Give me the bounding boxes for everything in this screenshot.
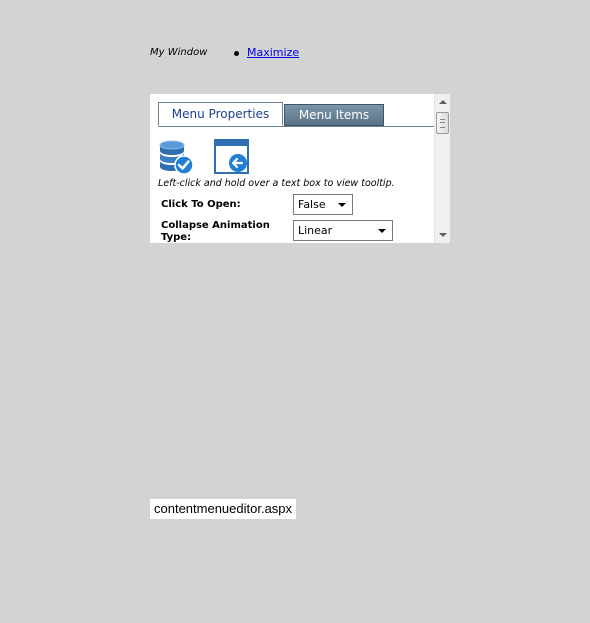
tab-strip: Menu Properties Menu Items xyxy=(158,102,434,127)
database-check-icon[interactable] xyxy=(158,139,194,175)
vertical-scrollbar[interactable] xyxy=(434,94,450,243)
click-to-open-value: False xyxy=(298,198,326,211)
scrollbar-thumb[interactable] xyxy=(436,112,449,134)
collapse-animation-value: Linear xyxy=(298,224,333,237)
menu-editor-panel: Menu Properties Menu Items Left-click an… xyxy=(150,94,450,243)
window-title: My Window xyxy=(150,47,208,58)
click-to-open-select[interactable]: False xyxy=(293,194,353,215)
tab-menu-properties[interactable]: Menu Properties xyxy=(158,102,283,126)
status-bar: contentmenueditor.aspx xyxy=(150,499,297,519)
tab-menu-items[interactable]: Menu Items xyxy=(284,104,384,126)
tab-divider xyxy=(158,126,434,127)
scroll-up-arrow-icon[interactable] xyxy=(435,94,450,110)
collapse-animation-select[interactable]: Linear xyxy=(293,220,393,241)
chevron-down-icon xyxy=(338,203,346,207)
tooltip-hint: Left-click and hold over a text box to v… xyxy=(158,178,395,189)
window-links: Maximize xyxy=(232,46,299,59)
scroll-down-arrow-icon[interactable] xyxy=(435,227,450,243)
click-to-open-label: Click To Open: xyxy=(161,199,241,210)
maximize-link[interactable]: Maximize xyxy=(247,46,299,59)
chevron-down-icon xyxy=(378,229,386,233)
window-back-icon[interactable] xyxy=(214,139,250,175)
panel-content: Menu Properties Menu Items Left-click an… xyxy=(150,94,434,243)
collapse-animation-label: Collapse Animation Type: xyxy=(161,220,270,243)
window-link-item: Maximize xyxy=(232,46,299,59)
